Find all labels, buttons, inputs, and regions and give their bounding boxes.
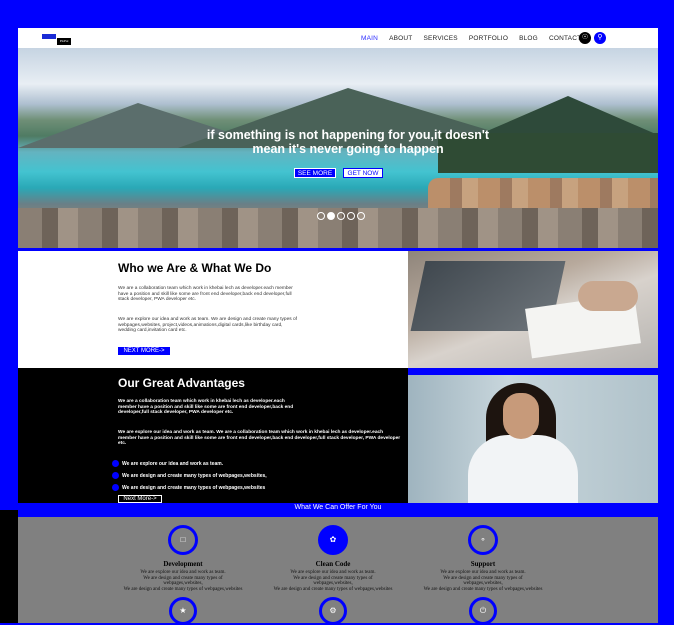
carousel-indicators xyxy=(317,212,365,220)
who-title: Who we Are & What We Do xyxy=(118,261,272,275)
carousel-dot[interactable] xyxy=(347,212,355,220)
navbar: PixPol MAIN ABOUT SERVICES PORTFOLIO BLO… xyxy=(18,28,658,48)
bullet-dot-icon xyxy=(112,460,119,467)
monitor-icon[interactable]: □ xyxy=(168,525,198,555)
face xyxy=(503,393,539,439)
bullet-text: We are explore our idea and work as team… xyxy=(122,460,224,467)
bullet-text: We are design and create many types of w… xyxy=(122,472,267,479)
service-row2-item: ★ xyxy=(123,597,243,625)
see-more-button[interactable]: SEE MORE xyxy=(294,168,336,178)
service-line: We are explore our idea and work as team… xyxy=(140,570,226,575)
key-icon[interactable]: ⚬ xyxy=(468,525,498,555)
service-line: We are explore our idea and work as team… xyxy=(290,570,376,575)
logo-mark xyxy=(42,34,56,39)
cart-icon[interactable]: ☉ xyxy=(579,32,591,44)
service-title: Development xyxy=(163,560,203,568)
hand xyxy=(578,281,638,311)
carousel-dot[interactable] xyxy=(317,212,325,220)
service-support: ⚬ Support We are explore our idea and wo… xyxy=(423,525,543,592)
service-clean-code: ✿ Clean Code We are explore our idea and… xyxy=(273,525,393,592)
advantages-title: Our Great Advantages xyxy=(118,376,245,390)
laptop-image xyxy=(408,251,658,368)
menu-item-services[interactable]: SERVICES xyxy=(423,28,457,48)
leaf-icon[interactable]: ✿ xyxy=(318,525,348,555)
site-logo[interactable]: PixPol xyxy=(42,34,72,45)
service-line: We are design and create many types of w… xyxy=(423,586,543,592)
gear-icon[interactable]: ⚙ xyxy=(319,597,347,625)
left-edge xyxy=(0,510,18,623)
service-line: We are design and create many types of w… xyxy=(123,586,243,592)
who-we-are-section: Who we Are & What We Do We are a collabo… xyxy=(18,251,408,368)
service-line: We are design and create many types of w… xyxy=(293,575,373,587)
bullet-dot-icon xyxy=(112,484,119,491)
who-paragraph: We are a collaboration team which work i… xyxy=(118,286,293,303)
trophy-icon[interactable]: ★ xyxy=(169,597,197,625)
woman-image xyxy=(408,375,658,503)
service-row2-item: ⚙ xyxy=(273,597,393,625)
next-more-button[interactable]: Next More-> xyxy=(118,495,162,503)
carousel-dot[interactable] xyxy=(337,212,345,220)
advantages-paragraph: We are a collaboration team which work i… xyxy=(118,399,294,416)
advantages-section: Our Great Advantages We are a collaborat… xyxy=(18,368,408,503)
bullet-text: We are design and create many types of w… xyxy=(122,484,266,491)
advantage-bullet: We are design and create many types of w… xyxy=(112,472,267,479)
get-now-button[interactable]: GET NOW xyxy=(343,168,383,178)
menu-item-main[interactable]: MAIN xyxy=(361,28,378,48)
next-more-button[interactable]: NEXT MORE-> xyxy=(118,347,170,355)
bullet-dot-icon xyxy=(112,472,119,479)
who-paragraph: We are explore our idea and work as team… xyxy=(118,317,298,334)
services-section: □ Development We are explore our idea an… xyxy=(18,517,658,625)
advantage-bullet: We are design and create many types of w… xyxy=(112,484,265,491)
menu-item-blog[interactable]: BLOG xyxy=(519,28,538,48)
service-line: We are explore our idea and work as team… xyxy=(440,570,526,575)
carousel-dot[interactable] xyxy=(357,212,365,220)
shirt xyxy=(468,435,578,503)
search-icon[interactable]: ⚲ xyxy=(594,32,606,44)
service-title: Clean Code xyxy=(315,560,351,568)
advantages-paragraph: We are explore our idea and work as team… xyxy=(118,430,401,447)
advantage-bullet: We are explore our idea and work as team… xyxy=(112,460,223,467)
menu-item-contact[interactable]: CONTACT xyxy=(549,28,581,48)
service-title: Support xyxy=(470,560,496,568)
service-line: We are design and create many types of w… xyxy=(273,586,393,592)
carousel-dot-active[interactable] xyxy=(327,212,335,220)
logo-text: PixPol xyxy=(57,38,71,45)
hero-banner: if something is not happening for you,it… xyxy=(18,48,658,248)
service-row2-item: ⏻ xyxy=(423,597,543,625)
menu-item-portfolio[interactable]: PORTFOLIO xyxy=(469,28,508,48)
service-line: We are design and create many types of w… xyxy=(443,575,523,587)
main-menu: MAIN ABOUT SERVICES PORTFOLIO BLOG CONTA… xyxy=(361,28,592,48)
menu-item-about[interactable]: ABOUT xyxy=(389,28,412,48)
service-development: □ Development We are explore our idea an… xyxy=(123,525,243,592)
power-icon[interactable]: ⏻ xyxy=(469,597,497,625)
offer-title: What We Can Offer For You xyxy=(294,504,382,511)
service-line: We are design and create many types of w… xyxy=(143,575,223,587)
hero-headline: if something is not happening for you,it… xyxy=(206,128,490,156)
